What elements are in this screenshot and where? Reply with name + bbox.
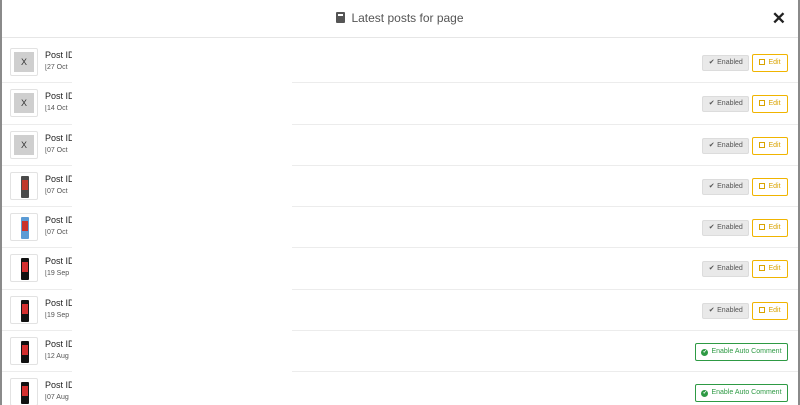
enabled-label: Enabled: [717, 224, 743, 232]
post-title: Post ID: [45, 91, 75, 102]
post-title: Post ID: [45, 132, 75, 143]
product-image: [11, 214, 37, 240]
post-thumbnail: X: [10, 130, 38, 159]
edit-icon: [759, 265, 766, 272]
edit-label: Edit: [768, 100, 781, 108]
edit-label: Edit: [768, 182, 781, 190]
check-icon: ✔: [708, 306, 715, 314]
edit-label: Edit: [768, 224, 781, 232]
edit-icon: [759, 59, 766, 65]
page-icon: [336, 12, 346, 23]
post-date: [14 Oct: [45, 105, 68, 113]
placeholder-thumb: X: [14, 52, 34, 72]
post-thumbnail: [10, 254, 38, 283]
edit-icon: [759, 224, 766, 231]
edit-icon: [759, 182, 766, 189]
enable-auto-comment-button[interactable]: ✔ Enable Auto Comment: [695, 343, 788, 362]
post-date: [12 Aug: [45, 353, 69, 361]
post-thumbnail: [10, 171, 38, 200]
edit-label: Edit: [768, 59, 781, 66]
post-date: [19 Sep: [45, 311, 70, 319]
enabled-button[interactable]: ✔ Enabled: [702, 55, 749, 71]
edit-icon: [759, 306, 766, 313]
enabled-label: Enabled: [717, 182, 743, 190]
product-image: [11, 297, 37, 323]
modal-title: Latest posts for page: [2, 11, 798, 25]
check-circle-icon: ✔: [701, 349, 709, 357]
check-icon: ✔: [708, 141, 715, 149]
enabled-label: Enabled: [717, 100, 743, 108]
edit-icon: [759, 100, 766, 107]
post-date: [07 Oct: [45, 187, 68, 195]
post-title: Post ID: [45, 297, 75, 308]
post-thumbnail: [10, 213, 38, 242]
edit-button[interactable]: Edit: [752, 219, 788, 238]
modal-header: Latest posts for page ✕: [2, 0, 798, 38]
post-date: [27 Oct: [45, 64, 68, 71]
placeholder-thumb: X: [14, 134, 34, 155]
check-icon: ✔: [708, 224, 715, 232]
enabled-label: Enabled: [717, 265, 743, 273]
post-date: [07 Aug: [45, 394, 69, 402]
enabled-button[interactable]: ✔ Enabled: [702, 96, 749, 113]
check-circle-icon: ✔: [701, 390, 709, 398]
post-thumbnail: [10, 295, 38, 324]
product-image: [11, 379, 37, 405]
enabled-label: Enabled: [717, 141, 743, 149]
check-icon: ✔: [708, 100, 715, 108]
enable-auto-comment-button[interactable]: ✔ Enable Auto Comment: [695, 384, 788, 403]
edit-button[interactable]: Edit: [752, 260, 788, 279]
post-thumbnail: X: [10, 89, 38, 118]
edit-label: Edit: [768, 265, 781, 273]
enabled-button[interactable]: ✔ Enabled: [702, 178, 749, 195]
post-date: [07 Oct: [45, 229, 68, 237]
edit-button[interactable]: Edit: [752, 95, 788, 114]
post-title: Post ID: [45, 380, 75, 391]
post-thumbnail: [10, 378, 38, 405]
enabled-button[interactable]: ✔ Enabled: [702, 137, 749, 154]
check-icon: ✔: [708, 182, 715, 190]
post-title: Post ID: [45, 50, 75, 60]
content-overlay: [72, 42, 292, 405]
edit-label: Edit: [768, 306, 781, 314]
check-icon: ✔: [708, 265, 715, 273]
post-date: [07 Oct: [45, 146, 68, 154]
post-title: Post ID: [45, 215, 75, 226]
product-image: [11, 255, 37, 281]
placeholder-thumb: X: [14, 93, 34, 114]
post-thumbnail: [10, 337, 38, 366]
enabled-label: Enabled: [717, 59, 743, 66]
close-button[interactable]: ✕: [772, 10, 786, 27]
check-icon: ✔: [708, 59, 715, 66]
post-thumbnail: X: [10, 48, 38, 76]
enabled-button[interactable]: ✔ Enabled: [702, 261, 749, 278]
edit-button[interactable]: Edit: [752, 177, 788, 196]
post-date: [19 Sep: [45, 270, 70, 278]
edit-button[interactable]: Edit: [752, 301, 788, 320]
product-image: [11, 338, 37, 364]
edit-button[interactable]: Edit: [752, 54, 788, 72]
post-title: Post ID: [45, 256, 75, 267]
edit-label: Edit: [768, 141, 781, 149]
enabled-button[interactable]: ✔ Enabled: [702, 302, 749, 319]
edit-icon: [759, 141, 766, 148]
enabled-button[interactable]: ✔ Enabled: [702, 220, 749, 237]
enabled-label: Enabled: [717, 306, 743, 314]
enable-auto-comment-label: Enable Auto Comment: [711, 348, 782, 356]
edit-button[interactable]: Edit: [752, 136, 788, 155]
post-title: Post ID: [45, 173, 75, 184]
modal-title-text: Latest posts for page: [351, 11, 464, 25]
enable-auto-comment-label: Enable Auto Comment: [711, 389, 782, 397]
product-image: [11, 173, 37, 199]
post-title: Post ID: [45, 339, 75, 350]
